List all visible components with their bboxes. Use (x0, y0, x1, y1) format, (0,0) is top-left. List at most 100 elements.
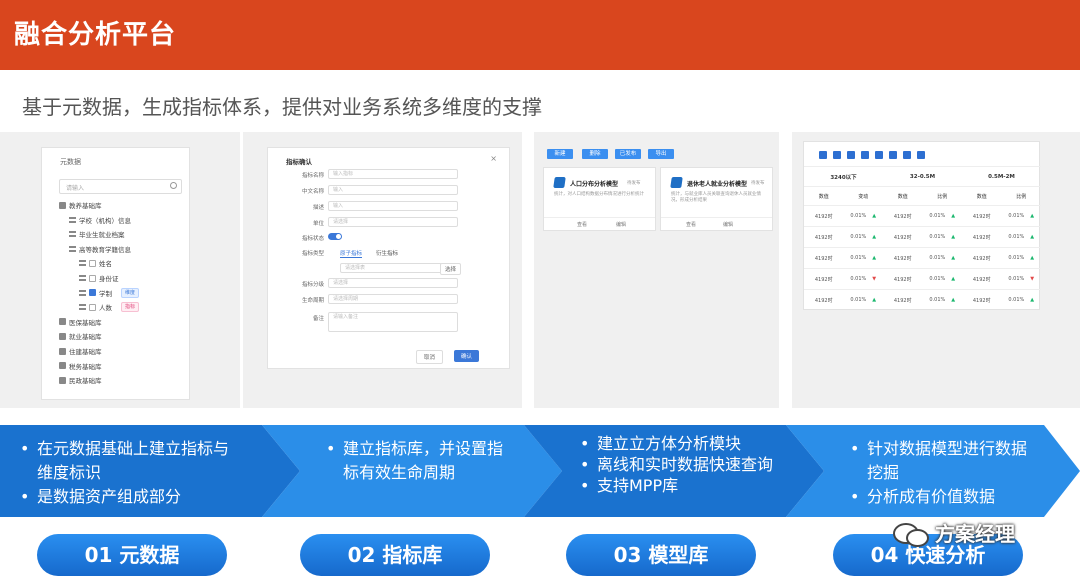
new-model-button[interactable]: 新建 (547, 149, 573, 159)
field-checkbox[interactable] (89, 274, 96, 282)
group-header: 3240以下 (804, 166, 883, 187)
table-cell: 4192时 (962, 205, 1002, 227)
edit-link[interactable]: 编辑 (616, 221, 626, 228)
tree-node[interactable]: 住建基础库 (59, 346, 102, 356)
document-icon[interactable] (903, 151, 911, 159)
tree-node[interactable]: 学校（机构）信息 (69, 215, 131, 225)
cube-icon[interactable] (819, 151, 827, 159)
model-desc: 统计，与就业库人员关联查询退休人员就业情况，形成分析结果 (671, 192, 761, 203)
tree-node-label: 姓名 (99, 260, 112, 269)
cell-value: 0.01% (850, 213, 867, 219)
table-cell: 0.01% ▲ (843, 289, 883, 311)
tree-node[interactable]: 人数 指标 (79, 302, 140, 313)
save-icon[interactable] (833, 151, 841, 159)
model-desc: 统计，对人口结构数据分布情况进行分析统计 (554, 192, 644, 197)
field-label-cn: 中文名称 (301, 189, 324, 195)
model-actions: 查看 编辑 (661, 217, 772, 230)
desc-input[interactable]: 输入 (328, 201, 458, 211)
close-icon[interactable]: × (490, 154, 497, 163)
tree-node[interactable]: 教养基础库 (59, 200, 102, 210)
field-checkbox[interactable] (89, 259, 96, 267)
tree-node[interactable]: 民政基础库 (59, 375, 102, 385)
model-card[interactable]: 人口分布分析模型 待发布 统计，对人口结构数据分布情况进行分析统计 查看 编辑 (543, 167, 656, 231)
tree-node-label: 教养基础库 (69, 202, 102, 210)
metadata-tree-card: 元数据 请输入 教养基础库 学校（机构）信息 毕业生就业档案 高等教育学籍信息 姓名 身份… (41, 147, 190, 400)
trend-up-icon: ▲ (872, 213, 877, 219)
table-cell: 0.01% ▼ (1001, 268, 1041, 290)
trend-up-icon: ▲ (951, 234, 956, 240)
cn-name-input[interactable]: 输入 (328, 185, 458, 195)
table-cell: 0.01% ▲ (922, 289, 962, 311)
cell-value: 4192时 (814, 276, 833, 283)
share-icon[interactable] (875, 151, 883, 159)
table-cell: 0.01% ▲ (922, 247, 962, 269)
trend-up-icon: ▲ (1030, 213, 1035, 219)
tree-node[interactable]: 税务基础库 (59, 361, 102, 371)
table-cell: 4192时 (883, 247, 923, 269)
field-label-lifecycle: 生命周期 (301, 298, 324, 304)
tree-node[interactable]: 毕业生就业档案 (69, 229, 125, 239)
metadata-panel: 元数据 请输入 教养基础库 学校（机构）信息 毕业生就业档案 高等教育学籍信息 姓名 身份… (0, 132, 240, 408)
name-input[interactable]: 输入指标 (328, 169, 458, 179)
lifecycle-select[interactable]: 请选择周期 (328, 294, 458, 304)
column-header-row: 数值 变动 数值 比例 数值 比例 (804, 186, 1041, 206)
tree-search-input[interactable]: 请输入 (59, 179, 182, 194)
cell-value: 4192时 (814, 213, 833, 220)
page-subtitle: 基于元数据，生成指标体系，提供对业务系统多维度的支撑 (22, 95, 542, 119)
confirm-button[interactable]: 确认 (454, 350, 480, 362)
field-tag[interactable]: 维度 (121, 287, 140, 298)
table-cell: 4192时 (883, 226, 923, 248)
folder-icon[interactable] (917, 151, 925, 159)
tree-node[interactable]: 医保基础库 (59, 317, 102, 327)
delete-icon[interactable] (847, 151, 855, 159)
cell-value: 0.01% (850, 297, 867, 304)
unit-select[interactable]: 请选择 (328, 217, 458, 227)
model-card[interactable]: 退休老人就业分析模型 待发布 统计，与就业库人员关联查询退休人员就业情况，形成分… (660, 167, 773, 231)
delete-model-button[interactable]: 删除 (582, 149, 608, 159)
edit-link[interactable]: 编辑 (723, 221, 733, 228)
tree-node-label: 税务基础库 (69, 362, 102, 371)
tree-node[interactable]: 学制 维度 (79, 287, 140, 298)
cell-value: 4192时 (893, 297, 912, 304)
tree-node[interactable]: 姓名 (79, 258, 112, 268)
table-cell: 4192时 (962, 247, 1002, 269)
status-toggle[interactable] (328, 233, 342, 240)
table-cell: 4192时 (883, 289, 923, 311)
tree-node[interactable]: 高等教育学籍信息 (69, 244, 131, 254)
export-button[interactable]: 导出 (648, 149, 674, 159)
field-checkbox[interactable] (89, 289, 96, 297)
remark-textarea[interactable]: 请输入备注 (328, 312, 458, 332)
cancel-button[interactable]: 取消 (416, 350, 444, 364)
cell-value: 0.01% (929, 297, 946, 304)
lock-icon[interactable] (861, 151, 869, 159)
select-table-button[interactable]: 选择 (440, 263, 462, 275)
field-icon (79, 275, 86, 281)
file-icon[interactable] (889, 151, 897, 159)
cell-value: 4192时 (814, 234, 833, 241)
step-2-text: 建立指标库，并设置指标有效生命周期 (318, 437, 514, 485)
cell-value: 4192时 (972, 234, 991, 241)
table-toolbar (819, 151, 925, 159)
source-table-input[interactable]: 请选择表 (340, 263, 442, 273)
tree-node-label: 医保基础库 (69, 318, 102, 327)
view-link[interactable]: 查看 (686, 221, 696, 228)
group-header-row: 3240以下 32-0.5M 0.5M-2M (804, 166, 1041, 187)
tree-node-label: 毕业生就业档案 (79, 231, 125, 240)
field-label-desc: 描述 (312, 205, 324, 211)
tab-derived[interactable]: 衍生指标 (376, 249, 398, 257)
table-row: 4192时 0.01% ▲ 4192时 0.01% ▲ 4192时 0.01% ▲ (804, 226, 1041, 248)
table-cell: 4192时 (804, 268, 844, 290)
published-button[interactable]: 已发布 (615, 149, 641, 159)
tree-node[interactable]: 就业基础库 (59, 331, 102, 341)
trend-up-icon: ▲ (1030, 234, 1035, 240)
column-header: 比例 (922, 186, 962, 206)
field-checkbox[interactable] (89, 303, 96, 311)
tree-node-label: 学制 (99, 289, 112, 298)
tree-node[interactable]: 身份证 (79, 273, 119, 283)
level-select[interactable]: 请选择 (328, 278, 458, 288)
database-icon (59, 362, 66, 370)
cell-value: 0.01% (850, 234, 867, 240)
tab-atomic[interactable]: 原子指标 (340, 249, 363, 258)
field-tag[interactable]: 指标 (121, 302, 140, 313)
view-link[interactable]: 查看 (577, 221, 587, 228)
